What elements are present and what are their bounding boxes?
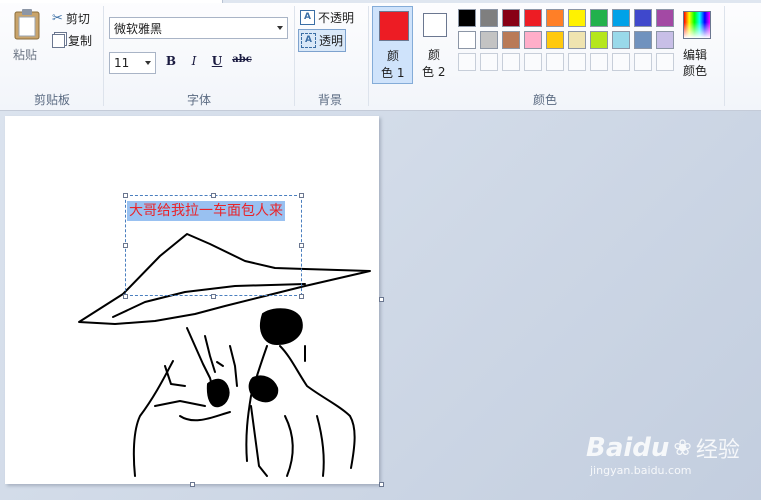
text-box-content[interactable]: 大哥给我拉一车面包人来	[127, 201, 285, 221]
palette-swatch[interactable]	[634, 53, 652, 71]
palette-swatch[interactable]	[458, 31, 476, 49]
palette-swatch[interactable]	[612, 9, 630, 27]
transparent-button[interactable]: A 透明	[298, 29, 347, 52]
palette-swatch[interactable]	[524, 9, 542, 27]
transparent-label: 透明	[319, 34, 344, 48]
edit-colors-label-top: 编辑	[683, 48, 708, 62]
cut-label: 剪切	[65, 12, 90, 26]
selection-handle[interactable]	[299, 193, 304, 198]
colors-group-label: 颜色	[532, 93, 557, 107]
palette-swatch[interactable]	[546, 9, 564, 27]
palette-swatch[interactable]	[458, 53, 476, 71]
color2-label-top: 颜	[428, 48, 441, 62]
copy-button[interactable]: 复制	[52, 32, 92, 49]
watermark-url: jingyan.baidu.com	[590, 464, 692, 477]
copy-icon	[52, 33, 65, 48]
color1-label-bottom: 色 1	[381, 66, 405, 80]
transparent-icon: A	[301, 33, 316, 48]
paw-icon: ❀	[673, 435, 692, 461]
palette-swatch[interactable]	[524, 31, 542, 49]
opaque-label: 不透明	[318, 11, 355, 25]
drawing-canvas[interactable]	[5, 116, 384, 487]
palette-swatch[interactable]	[634, 9, 652, 27]
watermark-brand: Baidu	[586, 433, 670, 463]
separator	[103, 6, 104, 106]
selection-handle[interactable]	[123, 193, 128, 198]
cut-button[interactable]: ✂ 剪切	[52, 10, 90, 27]
selection-handle[interactable]	[211, 294, 216, 299]
palette-swatch[interactable]	[502, 9, 520, 27]
palette-swatch[interactable]	[502, 53, 520, 71]
italic-button[interactable]: I	[185, 54, 203, 70]
selection-handle[interactable]	[299, 243, 304, 248]
palette-swatch[interactable]	[546, 53, 564, 71]
chevron-down-icon	[277, 26, 283, 30]
palette-swatch[interactable]	[590, 31, 608, 49]
palette-swatch[interactable]	[612, 53, 630, 71]
palette-swatch[interactable]	[590, 53, 608, 71]
ribbon-top-edge	[0, 0, 761, 3]
edit-colors-label-bottom: 颜色	[683, 64, 708, 78]
ribbon: 粘贴 ✂ 剪切 复制 剪贴板 微软雅黑 11 B I U abc 字体 A 不透…	[0, 0, 761, 111]
watermark-brand-cn: 经验	[695, 438, 740, 463]
palette-swatch[interactable]	[546, 31, 564, 49]
palette-swatch[interactable]	[524, 53, 542, 71]
color1-swatch	[379, 11, 409, 41]
palette-swatch[interactable]	[656, 31, 674, 49]
separator	[724, 6, 725, 106]
color1-label-top: 颜	[387, 49, 400, 63]
canvas-resize-handle[interactable]	[379, 482, 384, 487]
separator	[368, 6, 369, 106]
sketch-drawing	[78, 233, 371, 477]
canvas-resize-handle[interactable]	[379, 297, 384, 302]
paste-label: 粘贴	[13, 48, 38, 62]
font-size-value: 11	[114, 56, 130, 70]
separator	[294, 6, 295, 106]
palette-swatch[interactable]	[458, 9, 476, 27]
palette-swatch[interactable]	[502, 31, 520, 49]
paste-button[interactable]: 粘贴	[8, 8, 44, 64]
strikethrough-button[interactable]: abc	[230, 54, 254, 70]
selection-handle[interactable]	[123, 243, 128, 248]
palette-swatch[interactable]	[480, 9, 498, 27]
palette-swatch[interactable]	[568, 31, 586, 49]
rainbow-icon	[683, 11, 711, 39]
background-group-label: 背景	[317, 93, 342, 107]
clipboard-icon	[14, 9, 40, 40]
palette-swatch[interactable]	[568, 53, 586, 71]
clipboard-group-label: 剪贴板	[33, 93, 70, 107]
color2-label-bottom: 色 2	[422, 65, 446, 79]
font-size-select[interactable]: 11	[109, 52, 156, 74]
color1-button[interactable]: 颜 色 1	[372, 6, 413, 84]
palette-swatch[interactable]	[480, 53, 498, 71]
scissors-icon: ✂	[52, 11, 63, 26]
font-family-select[interactable]: 微软雅黑	[109, 17, 288, 39]
copy-label: 复制	[68, 34, 93, 48]
opaque-button[interactable]: A 不透明	[300, 9, 354, 26]
selection-handle[interactable]	[299, 294, 304, 299]
selection-handle[interactable]	[211, 193, 216, 198]
palette-swatch[interactable]	[656, 9, 674, 27]
underline-button[interactable]: U	[208, 54, 226, 70]
font-family-value: 微软雅黑	[114, 21, 163, 36]
palette-swatch[interactable]	[568, 9, 586, 27]
color2-button[interactable]: 颜 色 2	[418, 6, 452, 84]
chevron-down-icon	[145, 61, 151, 65]
edit-colors-button[interactable]: 编辑 颜色	[680, 8, 716, 80]
color2-swatch	[423, 13, 447, 37]
palette-swatch[interactable]	[612, 31, 630, 49]
baidu-watermark: Baidu ❀ 经验 jingyan.baidu.com	[586, 432, 740, 477]
opaque-icon: A	[300, 10, 315, 25]
palette-swatch[interactable]	[656, 53, 674, 71]
bold-button[interactable]: B	[162, 54, 180, 70]
canvas-resize-handle[interactable]	[190, 482, 195, 487]
palette-swatch[interactable]	[634, 31, 652, 49]
font-group-label: 字体	[186, 93, 211, 107]
palette-swatch[interactable]	[480, 31, 498, 49]
active-tab-edge	[0, 0, 223, 3]
palette-swatch[interactable]	[590, 9, 608, 27]
selection-handle[interactable]	[123, 294, 128, 299]
